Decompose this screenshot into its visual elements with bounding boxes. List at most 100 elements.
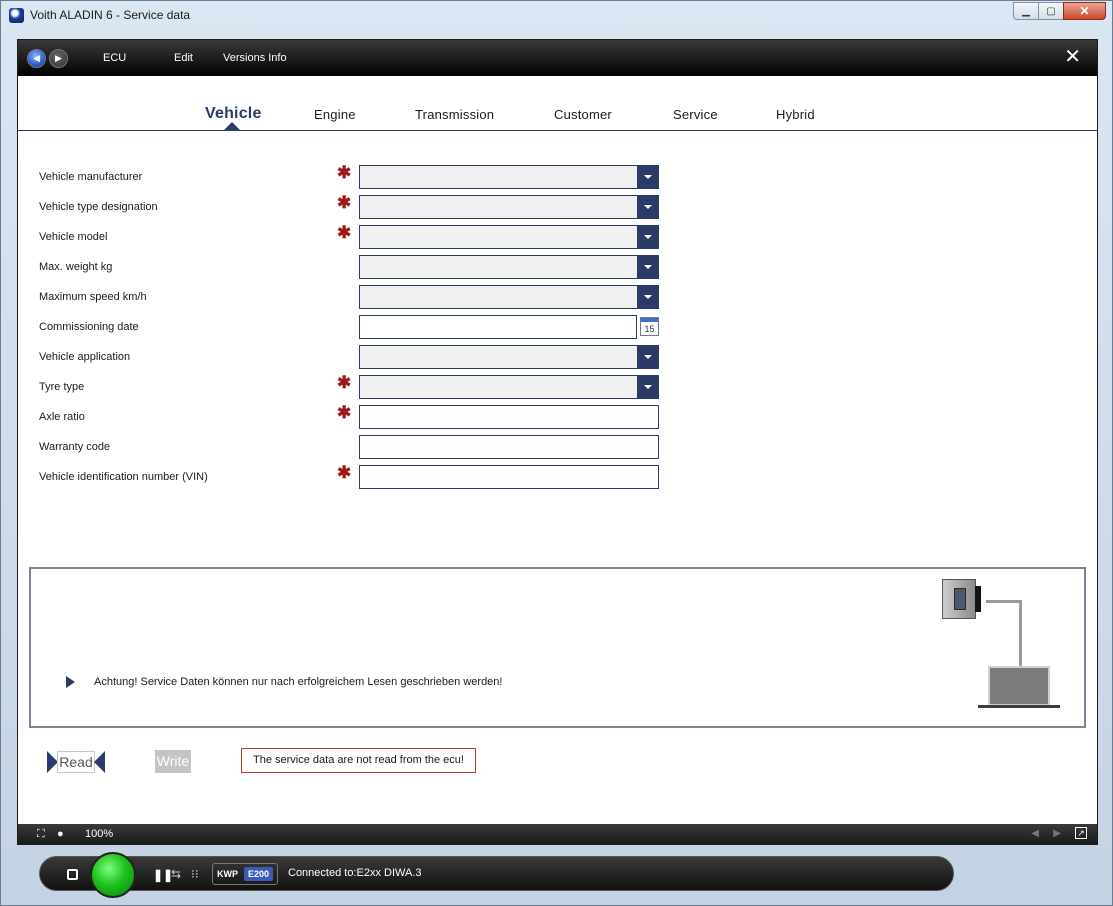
window-close-button[interactable]: ✕ (1063, 2, 1106, 20)
row-warranty-code: Warranty code (18, 435, 1097, 459)
dropdown-arrow-icon[interactable] (637, 165, 659, 189)
tab-customer[interactable]: Customer (554, 107, 612, 122)
loop-icon[interactable]: ⇆ (171, 867, 181, 881)
status-message: The service data are not read from the e… (241, 748, 476, 773)
active-tab-indicator-icon (223, 122, 241, 131)
dropdown-arrow-icon[interactable] (637, 285, 659, 309)
tab-hybrid[interactable]: Hybrid (776, 107, 815, 122)
app-logo-icon (9, 8, 24, 23)
vehicle-model-select[interactable] (359, 225, 659, 249)
row-tyre-type: Tyre type ✱ (18, 373, 1097, 399)
field-label: Max. weight kg (39, 261, 113, 273)
warranty-code-input[interactable] (359, 435, 659, 459)
title-bar: Voith ALADIN 6 - Service data ▁ ▢ ✕ (1, 1, 1112, 29)
field-label: Vehicle application (39, 351, 131, 363)
field-label: Maximum speed km/h (39, 291, 147, 303)
ecu-device-icon (942, 579, 981, 619)
ecu-type-badge: E200 (244, 867, 274, 881)
read-right-arrow-icon (94, 751, 105, 773)
tyre-type-select[interactable] (359, 375, 659, 399)
max-weight-select[interactable] (359, 255, 659, 279)
dropdown-arrow-icon[interactable] (637, 225, 659, 249)
row-axle-ratio: Axle ratio ✱ (18, 403, 1097, 429)
vin-input[interactable] (359, 465, 659, 489)
fit-screen-icon[interactable]: ⛶ (37, 828, 45, 841)
bullet-arrow-icon (66, 676, 75, 688)
protocol-label: KWP (217, 869, 238, 879)
row-commissioning-date: Commissioning date 15 (18, 315, 1097, 339)
minimize-button[interactable]: ▁ (1013, 2, 1039, 20)
connection-status-led (90, 852, 136, 898)
info-panel: Achtung! Service Daten können nur nach e… (29, 567, 1086, 728)
write-button[interactable]: Write (155, 750, 191, 773)
vehicle-manufacturer-select[interactable] (359, 165, 659, 189)
app-window: Voith ALADIN 6 - Service data ▁ ▢ ✕ ◀ ▶ … (0, 0, 1113, 906)
row-vehicle-manufacturer: Vehicle manufacturer ✱ (18, 163, 1097, 189)
tab-engine[interactable]: Engine (314, 107, 356, 122)
field-label: Commissioning date (39, 321, 139, 333)
row-maximum-speed: Maximum speed km/h (18, 285, 1097, 309)
prev-page-icon[interactable]: ◀ (1031, 828, 1039, 839)
back-arrow-icon: ◀ (33, 53, 40, 63)
menu-ecu[interactable]: ECU (103, 52, 126, 64)
maximum-speed-select[interactable] (359, 285, 659, 309)
forward-arrow-icon: ▶ (55, 53, 62, 63)
chat-bubble-icon[interactable]: ● (57, 828, 64, 840)
maximize-button[interactable]: ▢ (1038, 2, 1064, 20)
field-label: Tyre type (39, 381, 85, 393)
field-label: Vehicle identification number (VIN) (39, 471, 208, 483)
app-status-bar: ⛶ ● 100% ◀ ▶ ↗ (18, 824, 1097, 844)
read-button-label[interactable]: Read (57, 751, 95, 773)
row-vin: Vehicle identification number (VIN) ✱ (18, 463, 1097, 489)
grid-icon[interactable]: ⁝⁝ (191, 867, 199, 881)
required-asterisk-icon: ✱ (337, 193, 352, 212)
axle-ratio-input[interactable] (359, 405, 659, 429)
required-asterisk-icon: ✱ (337, 223, 352, 242)
info-message: Achtung! Service Daten können nur nach e… (94, 676, 503, 688)
tab-vehicle[interactable]: Vehicle (205, 105, 262, 123)
read-button[interactable]: Read (47, 749, 107, 775)
connection-bar: ❚❚ ⇆ ⁝⁝ KWP E200 Connected to:E2xx DIWA.… (39, 852, 954, 898)
tab-service[interactable]: Service (673, 107, 718, 122)
vehicle-type-designation-select[interactable] (359, 195, 659, 219)
dropdown-arrow-icon[interactable] (637, 195, 659, 219)
next-page-icon[interactable]: ▶ (1053, 828, 1061, 839)
row-vehicle-application: Vehicle application (18, 345, 1097, 369)
required-asterisk-icon: ✱ (337, 463, 352, 482)
tab-transmission[interactable]: Transmission (415, 107, 494, 122)
dropdown-arrow-icon[interactable] (637, 375, 659, 399)
required-asterisk-icon: ✱ (337, 403, 352, 422)
back-button[interactable]: ◀ (27, 49, 46, 68)
service-data-panel: ◀ ▶ ECU Edit Versions Info ✕ Vehicle Eng… (17, 39, 1098, 845)
calendar-icon[interactable]: 15 (640, 317, 659, 336)
row-vehicle-type-designation: Vehicle type designation ✱ (18, 193, 1097, 219)
row-vehicle-model: Vehicle model ✱ (18, 223, 1097, 249)
cable-icon (986, 600, 1022, 603)
field-label: Vehicle type designation (39, 201, 158, 213)
cable-icon (1019, 600, 1022, 666)
menu-edit[interactable]: Edit (174, 52, 193, 64)
forward-button[interactable]: ▶ (49, 49, 68, 68)
menu-bar: ◀ ▶ ECU Edit Versions Info ✕ (18, 40, 1097, 76)
window-title: Voith ALADIN 6 - Service data (30, 8, 191, 22)
zoom-level: 100% (85, 828, 114, 840)
dropdown-arrow-icon[interactable] (637, 345, 659, 369)
connection-status-text: Connected to:E2xx DIWA.3 (288, 867, 422, 879)
laptop-icon (988, 666, 1050, 706)
menu-versions-info[interactable]: Versions Info (223, 52, 287, 64)
expand-icon[interactable]: ↗ (1075, 827, 1087, 839)
required-asterisk-icon: ✱ (337, 163, 352, 182)
required-asterisk-icon: ✱ (337, 373, 352, 392)
tab-divider (18, 130, 1097, 131)
stop-icon[interactable] (67, 869, 78, 880)
vehicle-application-select[interactable] (359, 345, 659, 369)
row-max-weight: Max. weight kg (18, 255, 1097, 279)
field-label: Vehicle manufacturer (39, 171, 143, 183)
field-label: Vehicle model (39, 231, 108, 243)
protocol-badge: KWP E200 (212, 863, 279, 885)
dropdown-arrow-icon[interactable] (637, 255, 659, 279)
commissioning-date-input[interactable] (359, 315, 637, 339)
laptop-base-icon (978, 705, 1060, 708)
panel-close-icon[interactable]: ✕ (1064, 47, 1081, 67)
field-label: Axle ratio (39, 411, 85, 423)
